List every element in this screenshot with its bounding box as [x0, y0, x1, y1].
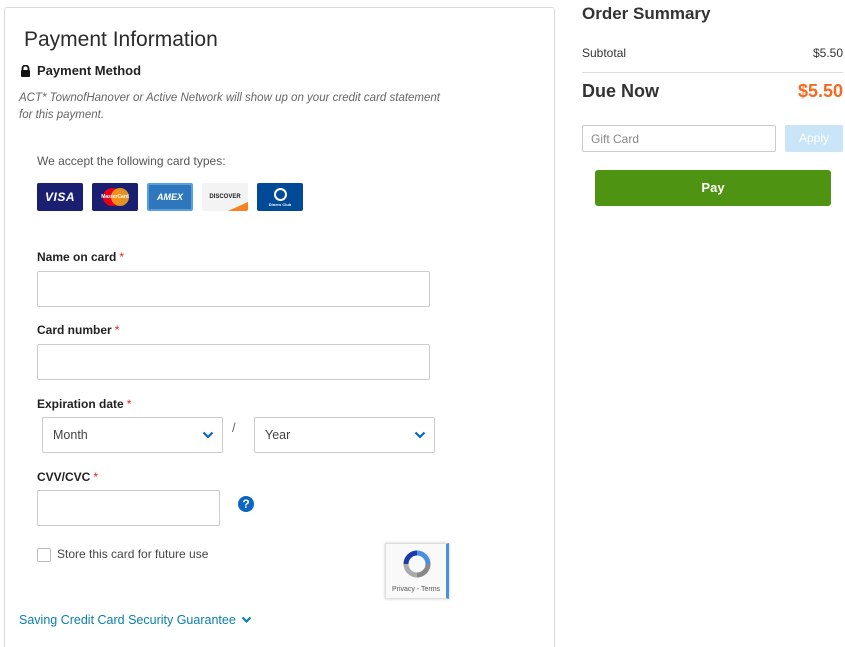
expiration-date-label: Expiration date * — [37, 397, 132, 411]
security-guarantee-link[interactable]: Saving Credit Card Security Guarantee — [19, 613, 252, 627]
discover-card-icon: DISCOVER — [202, 183, 248, 211]
subtotal-row: Subtotal $5.50 — [582, 46, 843, 60]
amex-card-icon: AMEX — [147, 183, 193, 211]
date-separator: / — [232, 420, 236, 435]
help-icon[interactable]: ? — [238, 496, 254, 512]
recaptcha-icon — [403, 550, 431, 578]
mastercard-card-icon: MasterCard — [92, 183, 138, 211]
due-now-value: $5.50 — [797, 81, 843, 101]
subtotal-value: $5.50 — [812, 46, 843, 60]
diners-card-icon: Diners Club — [257, 183, 303, 211]
expiration-month-select[interactable]: Month — [42, 417, 223, 453]
recaptcha-text[interactable]: Privacy - Terms — [392, 586, 440, 593]
page-title: Payment Information — [24, 28, 218, 51]
security-guarantee-label: Saving Credit Card Security Guarantee — [19, 613, 236, 627]
cvv-label: CVV/CVC * — [37, 470, 99, 484]
year-value: Year — [265, 428, 291, 442]
summary-divider — [582, 72, 843, 73]
chevron-down-icon — [241, 616, 252, 624]
statement-notice: ACT* TownofHanover or Active Network wil… — [19, 92, 440, 121]
payment-method-label: Payment Method — [37, 63, 142, 78]
due-now-row: Due Now $5.50 — [582, 81, 843, 102]
gift-card-input[interactable]: Gift Card — [582, 125, 776, 152]
visa-card-icon: VISA — [37, 183, 83, 211]
subtotal-label: Subtotal — [582, 46, 627, 60]
apply-button[interactable]: Apply — [785, 125, 843, 152]
pay-button[interactable]: Pay — [595, 170, 831, 206]
card-number-label: Card number * — [37, 323, 120, 337]
expiration-year-select[interactable]: Year — [254, 417, 435, 453]
chevron-down-icon — [414, 431, 426, 439]
chevron-down-icon — [202, 431, 214, 439]
order-summary-title: Order Summary — [582, 4, 711, 23]
card-types: VISA MasterCard AMEX DISCOVER Diners Clu… — [37, 183, 303, 211]
name-on-card-input[interactable] — [37, 271, 430, 307]
lock-icon — [21, 64, 30, 77]
recaptcha-widget[interactable]: Privacy - Terms — [385, 543, 449, 599]
payment-method-heading: Payment Method — [20, 63, 141, 78]
store-card-checkbox[interactable] — [37, 548, 51, 562]
name-on-card-label: Name on card * — [37, 250, 125, 264]
due-now-label: Due Now — [582, 81, 660, 101]
store-card-label: Store this card for future use — [57, 547, 209, 561]
cvv-input[interactable] — [37, 490, 220, 526]
month-value: Month — [53, 428, 88, 442]
card-number-input[interactable] — [37, 344, 430, 380]
accepted-cards-text: We accept the following card types: — [37, 154, 226, 168]
